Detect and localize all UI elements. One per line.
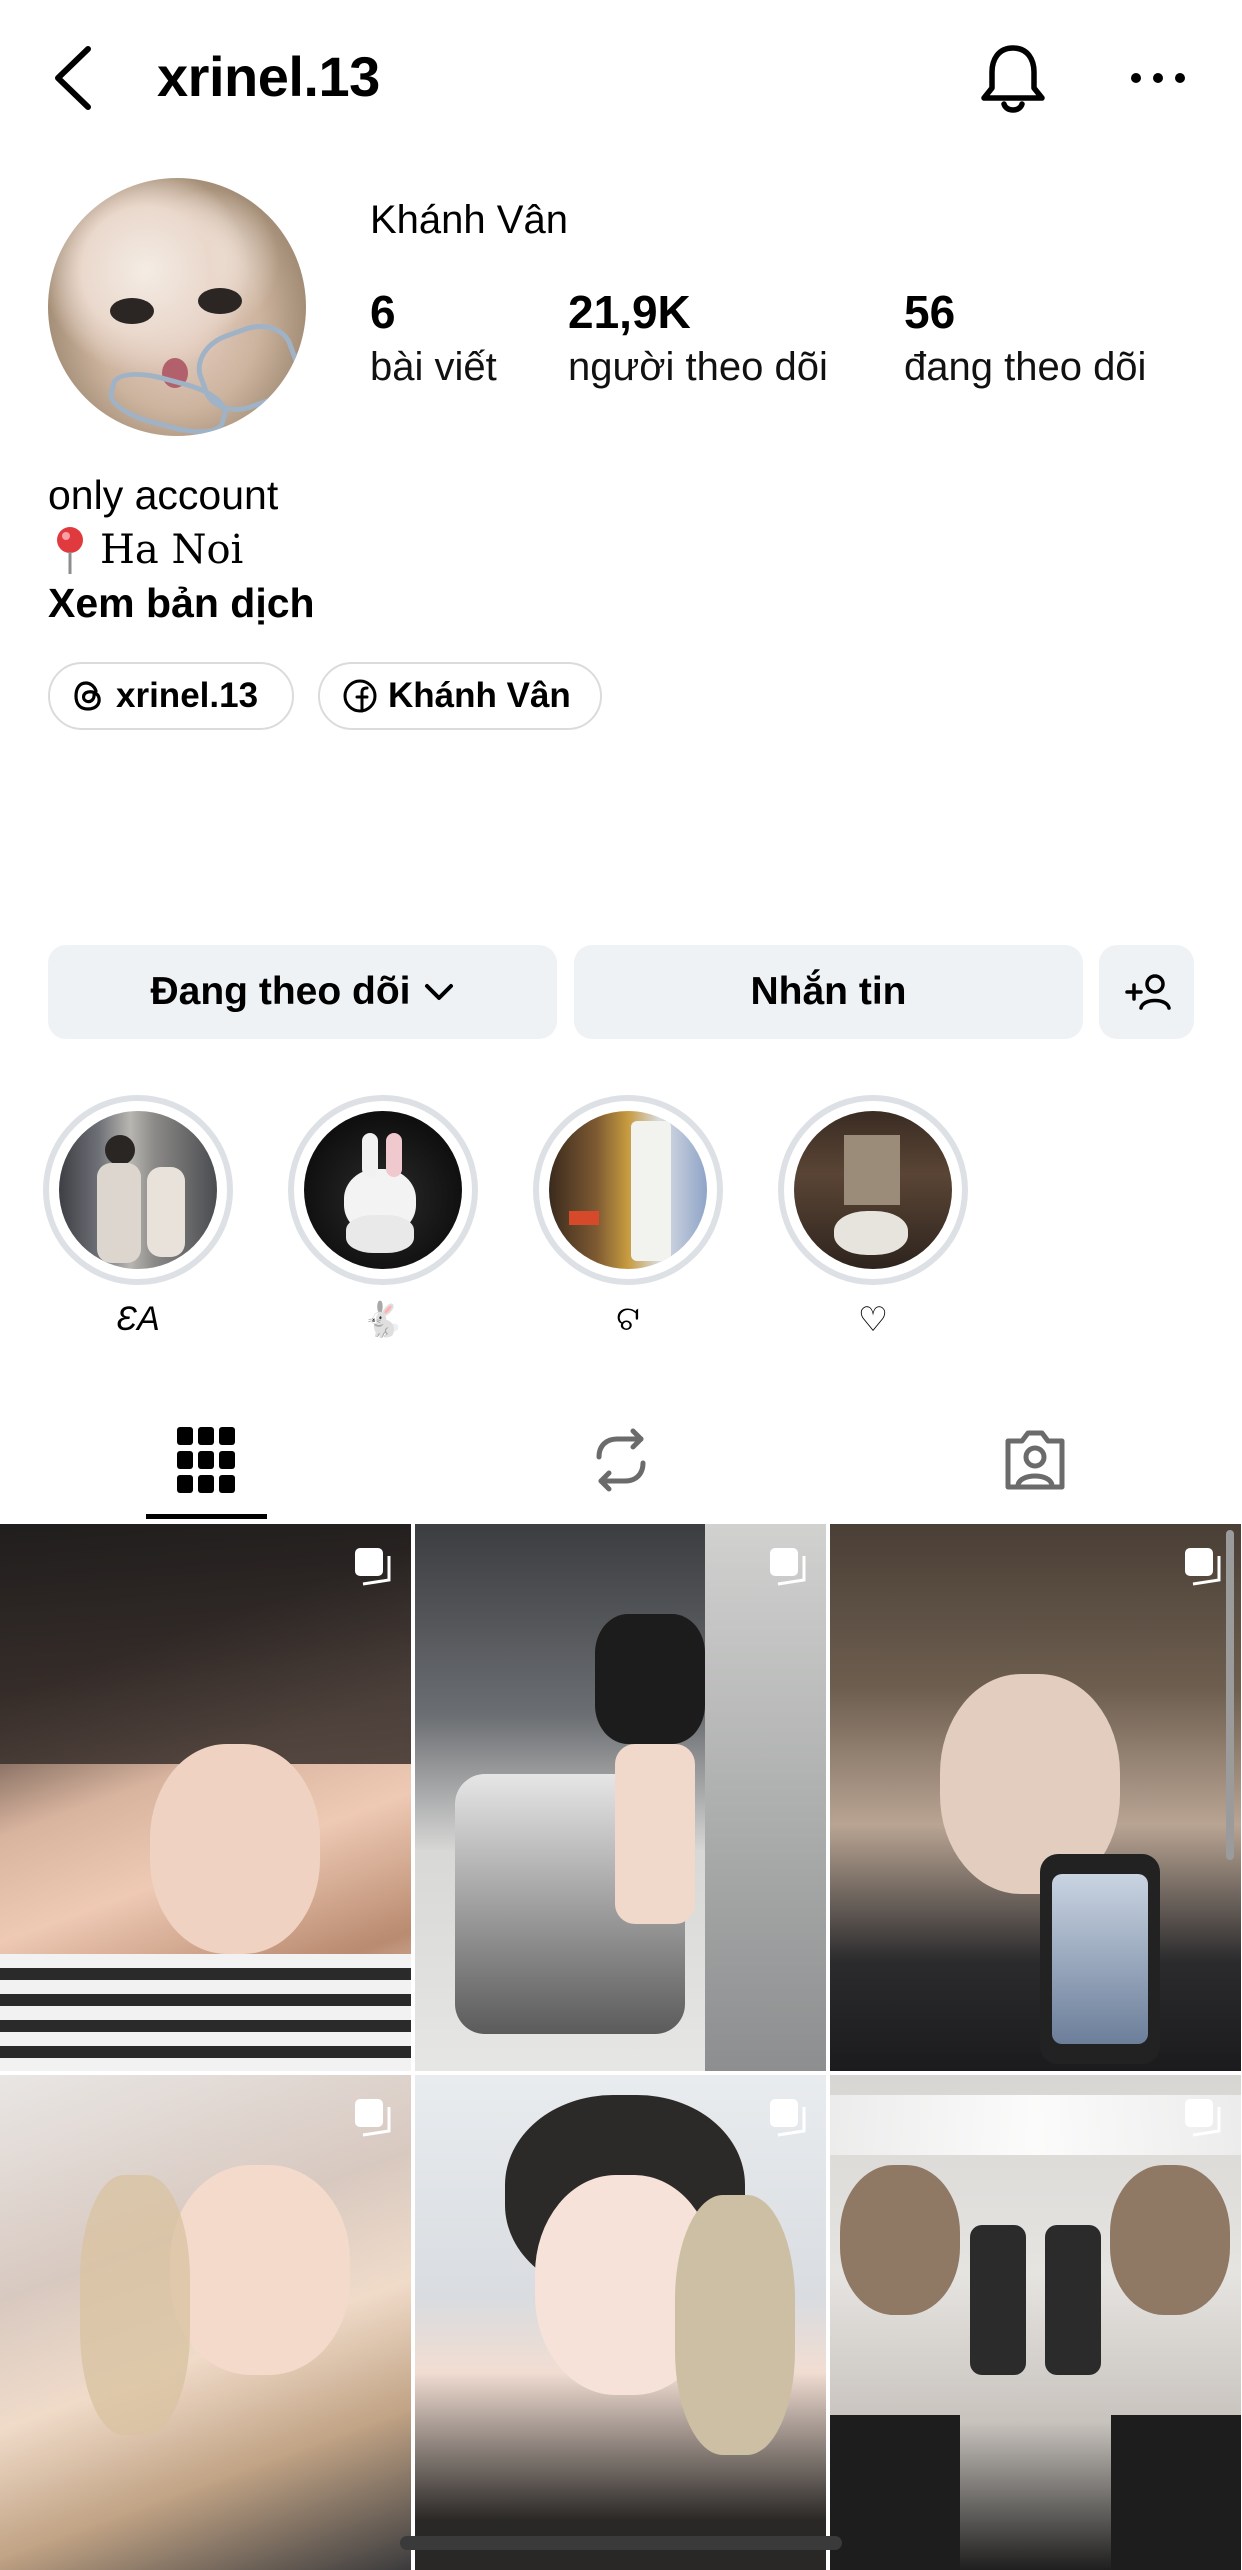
highlight-4-label: ♡ <box>857 1301 889 1339</box>
multiple-photos-icon <box>355 2099 391 2137</box>
facebook-link-label: Khánh Vân <box>388 676 571 715</box>
facebook-link-chip[interactable]: Khánh Vân <box>318 662 602 730</box>
grid-icon <box>177 1427 235 1493</box>
suggested-users-button[interactable] <box>1099 945 1194 1039</box>
highlight-3-label: ଟ <box>616 1300 640 1338</box>
display-name: Khánh Vân <box>370 198 568 242</box>
post-thumbnail-5[interactable] <box>415 2075 826 2570</box>
following-stat[interactable]: 56 đang theo dõi <box>904 282 1146 392</box>
more-horizontal-icon <box>1131 73 1185 83</box>
message-button[interactable]: Nhắn tin <box>574 945 1083 1039</box>
profile-avatar[interactable] <box>48 178 306 436</box>
pin-icon <box>57 527 83 574</box>
post-thumbnail-4[interactable] <box>0 2075 411 2570</box>
post-thumbnail-3[interactable] <box>830 1524 1241 2071</box>
multiple-photos-icon <box>770 1548 806 1586</box>
multiple-photos-icon <box>1185 1548 1221 1586</box>
scroll-indicator <box>1226 1530 1234 1860</box>
threads-link-chip[interactable]: xrinel.13 <box>48 662 294 730</box>
posts-count: 6 <box>370 286 396 338</box>
following-button[interactable]: Đang theo dõi <box>48 945 557 1039</box>
multiple-photos-icon <box>1185 2099 1221 2137</box>
tab-grid[interactable] <box>156 1410 256 1510</box>
followers-count: 21,9K <box>568 286 691 338</box>
story-highlight-1[interactable] <box>43 1095 233 1285</box>
following-button-label: Đang theo dõi <box>150 970 411 1013</box>
home-indicator <box>400 2536 842 2550</box>
followers-label: người theo dõi <box>568 345 828 389</box>
highlight-1-thumbnail <box>59 1111 217 1269</box>
multiple-photos-icon <box>770 2099 806 2137</box>
highlight-1-label: ƐA <box>116 1300 160 1338</box>
chevron-left-icon <box>55 46 91 110</box>
more-options-button[interactable] <box>1128 52 1188 104</box>
following-count: 56 <box>904 286 956 338</box>
highlight-2-thumbnail <box>304 1111 462 1269</box>
message-button-label: Nhắn tin <box>750 970 907 1013</box>
back-button[interactable] <box>52 38 112 118</box>
highlight-4-thumbnail <box>794 1111 952 1269</box>
posts-stat[interactable]: 6 bài viết <box>370 282 497 392</box>
post-thumbnail-1[interactable] <box>0 1524 411 2071</box>
repost-icon <box>596 1428 646 1492</box>
post-thumbnail-2[interactable] <box>415 1524 826 2071</box>
facebook-icon <box>343 679 377 713</box>
post-thumbnail-6[interactable] <box>830 2075 1241 2570</box>
add-user-icon <box>1124 974 1171 1010</box>
story-highlight-3[interactable] <box>533 1095 723 1285</box>
bell-icon <box>981 45 1045 113</box>
highlight-2-label: 🐇 <box>361 1301 405 1339</box>
bio-location: Ha Noi <box>48 524 243 576</box>
tagged-icon <box>1005 1430 1065 1490</box>
profile-username: xrinel.13 <box>157 45 380 108</box>
threads-link-label: xrinel.13 <box>116 676 259 715</box>
posts-label: bài viết <box>370 345 497 389</box>
notifications-button[interactable] <box>978 38 1048 118</box>
tab-tagged[interactable] <box>985 1410 1085 1510</box>
following-label: đang theo dõi <box>904 345 1147 389</box>
tab-reposts[interactable] <box>571 1410 671 1510</box>
see-translation-link[interactable]: Xem bản dịch <box>48 580 315 627</box>
story-highlight-2[interactable] <box>288 1095 478 1285</box>
threads-icon <box>74 681 101 711</box>
followers-stat[interactable]: 21,9K người theo dõi <box>568 282 828 392</box>
highlight-3-thumbnail <box>549 1111 707 1269</box>
story-highlight-4[interactable] <box>778 1095 968 1285</box>
active-tab-indicator <box>146 1514 267 1519</box>
bio-text: only account <box>48 472 279 518</box>
multiple-photos-icon <box>355 1548 391 1586</box>
chevron-down-icon <box>425 984 454 1000</box>
bio-location-text: Ha Noi <box>100 527 244 573</box>
